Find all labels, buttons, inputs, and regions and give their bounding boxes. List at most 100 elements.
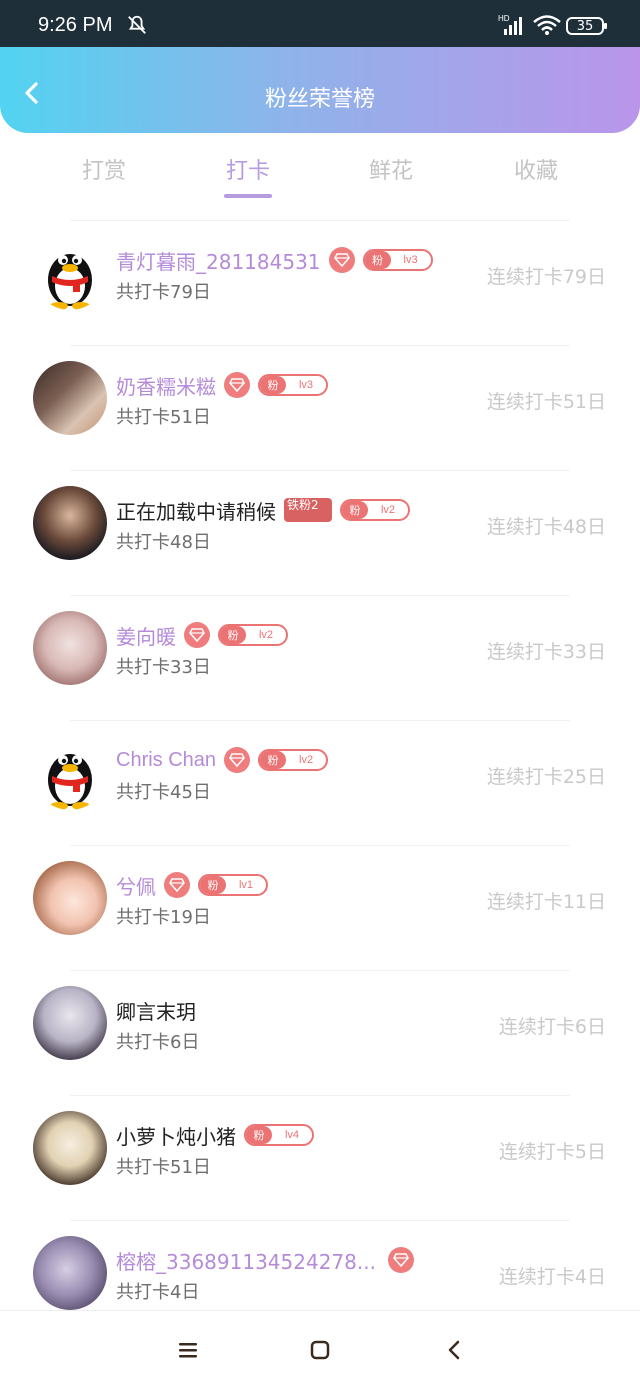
fan-level-text: lv1 — [238, 879, 254, 891]
fan-level-badge: 粉 lv3 — [362, 249, 433, 271]
avatar[interactable] — [33, 1111, 107, 1185]
avatar[interactable] — [33, 486, 107, 560]
list-item[interactable]: 正在加载中请稍候 铁粉2 粉 lv2 共打卡48日 连续打卡48日 — [0, 470, 640, 595]
tab-checkin[interactable]: 打卡 — [198, 153, 298, 185]
total-checkins: 共打卡79日 — [116, 282, 211, 303]
avatar[interactable] — [33, 236, 107, 310]
list-item[interactable]: 小萝卜炖小猪 粉 lv4 共打卡51日 连续打卡5日 — [0, 1095, 640, 1220]
total-checkins: 共打卡48日 — [116, 532, 211, 553]
user-name[interactable]: 姜向暖 — [116, 621, 176, 650]
fan-level-badge: 粉 lv2 — [340, 499, 410, 521]
page-title: 粉丝荣誉榜 — [264, 87, 375, 112]
menu-icon[interactable] — [175, 1337, 201, 1363]
divider — [70, 470, 570, 471]
divider — [70, 845, 570, 846]
avatar[interactable] — [33, 1236, 107, 1310]
home-square-icon[interactable] — [307, 1337, 333, 1363]
back-icon[interactable] — [442, 1337, 468, 1363]
diamond-icon — [164, 872, 190, 898]
total-checkins: 共打卡6日 — [116, 1032, 200, 1053]
user-name[interactable]: 奶香糯米糍 — [116, 371, 216, 400]
fan-badge-label: 粉 — [342, 501, 368, 519]
name-line: 榕榕_336891134524278... — [116, 1246, 414, 1274]
divider — [70, 970, 570, 971]
avatar[interactable] — [33, 861, 107, 935]
list-item[interactable]: 青灯暮雨_281184531 粉 lv3 共打卡79日 连续打卡79日 — [0, 220, 640, 345]
tab-tip[interactable]: 打赏 — [54, 153, 154, 185]
divider — [70, 595, 570, 596]
system-nav-bar — [0, 1310, 640, 1388]
active-tab-indicator — [224, 194, 272, 198]
avatar[interactable] — [33, 736, 107, 810]
fan-level-text: lv3 — [298, 379, 314, 391]
streak-text: 连续打卡5日 — [498, 1141, 606, 1163]
list-item[interactable]: 姜向暖 粉 lv2 共打卡33日 连续打卡33日 — [0, 595, 640, 720]
name-line: 奶香糯米糍 粉 lv3 — [116, 371, 328, 399]
user-name[interactable]: 正在加载中请稍候 — [116, 496, 276, 525]
user-name[interactable]: 榕榕_336891134524278... — [116, 1246, 376, 1275]
avatar[interactable] — [33, 611, 107, 685]
fan-level-badge: 粉 lv2 — [258, 749, 329, 771]
fan-badge-label: 粉 — [364, 251, 391, 269]
fan-level-text: lv3 — [403, 254, 418, 266]
avatar[interactable] — [33, 361, 107, 435]
name-line: 兮佩 粉 lv1 — [116, 871, 268, 899]
fan-level-text: lv4 — [284, 1129, 300, 1141]
diamond-icon — [184, 622, 210, 648]
diamond-icon — [224, 372, 250, 398]
streak-text: 连续打卡48日 — [486, 516, 606, 538]
name-line: Chris Chan 粉 lv2 — [116, 746, 329, 774]
wifi-icon — [533, 15, 561, 35]
iron-fan-badge: 铁粉2 — [284, 498, 332, 522]
fan-level-badge: 粉 lv4 — [244, 1124, 314, 1146]
streak-text: 连续打卡4日 — [498, 1266, 606, 1288]
fan-level-badge: 粉 lv2 — [218, 624, 288, 646]
list-item[interactable]: 奶香糯米糍 粉 lv3 共打卡51日 连续打卡51日 — [0, 345, 640, 470]
user-name[interactable]: 卿言末玥 — [116, 996, 196, 1025]
total-checkins: 共打卡19日 — [116, 907, 211, 928]
fan-badge-label: 粉 — [246, 1126, 272, 1144]
fan-badge-label: 粉 — [220, 626, 246, 644]
ranking-list: 青灯暮雨_281184531 粉 lv3 共打卡79日 连续打卡79日 奶香糯米糍… — [0, 220, 640, 1345]
user-name[interactable]: 青灯暮雨_281184531 — [116, 246, 321, 275]
streak-text: 连续打卡25日 — [486, 766, 606, 788]
diamond-icon — [224, 747, 251, 773]
svg-text:HD: HD — [498, 14, 510, 23]
header-bar: 粉丝荣誉榜 — [0, 47, 640, 133]
tab-bar: 打赏 打卡 鲜花 收藏 — [0, 145, 640, 205]
diamond-icon — [328, 247, 355, 273]
total-checkins: 共打卡33日 — [116, 657, 211, 678]
name-line: 卿言末玥 — [116, 996, 196, 1024]
tab-favorites[interactable]: 收藏 — [486, 153, 586, 185]
fan-level-badge: 粉 lv1 — [198, 874, 268, 896]
user-name[interactable]: 兮佩 — [116, 871, 156, 900]
qq-penguin-icon — [48, 754, 92, 810]
total-checkins: 共打卡51日 — [116, 407, 211, 428]
user-name[interactable]: 小萝卜炖小猪 — [116, 1121, 236, 1150]
fan-level-text: lv2 — [299, 754, 314, 766]
avatar[interactable] — [33, 986, 107, 1060]
name-line: 小萝卜炖小猪 粉 lv4 — [116, 1121, 314, 1149]
qq-penguin-icon — [48, 254, 92, 310]
list-item[interactable]: 兮佩 粉 lv1 共打卡19日 连续打卡11日 — [0, 845, 640, 970]
fan-badge-label: 粉 — [260, 751, 287, 769]
list-item[interactable]: Chris Chan 粉 lv2 共打卡45日 连续打卡25日 — [0, 720, 640, 845]
name-line: 姜向暖 粉 lv2 — [116, 621, 288, 649]
total-checkins: 共打卡45日 — [116, 782, 211, 803]
tab-flowers[interactable]: 鲜花 — [341, 153, 441, 185]
battery-indicator: 35 — [566, 17, 607, 35]
divider — [70, 1095, 570, 1096]
status-time: 9:26 PM — [38, 14, 113, 36]
streak-text: 连续打卡11日 — [486, 891, 606, 913]
fan-level-text: lv2 — [380, 504, 396, 516]
list-item[interactable]: 卿言末玥 共打卡6日 连续打卡6日 — [0, 970, 640, 1095]
divider — [70, 220, 570, 221]
fan-level-text: lv2 — [258, 629, 274, 641]
status-bar: 9:26 PM HD 35 — [0, 0, 640, 47]
streak-text: 连续打卡51日 — [486, 391, 606, 413]
name-line: 正在加载中请稍候 铁粉2 粉 lv2 — [116, 496, 410, 524]
user-name[interactable]: Chris Chan — [116, 749, 216, 772]
battery-level: 35 — [576, 18, 594, 34]
total-checkins: 共打卡51日 — [116, 1157, 211, 1178]
fan-level-badge: 粉 lv3 — [258, 374, 328, 396]
